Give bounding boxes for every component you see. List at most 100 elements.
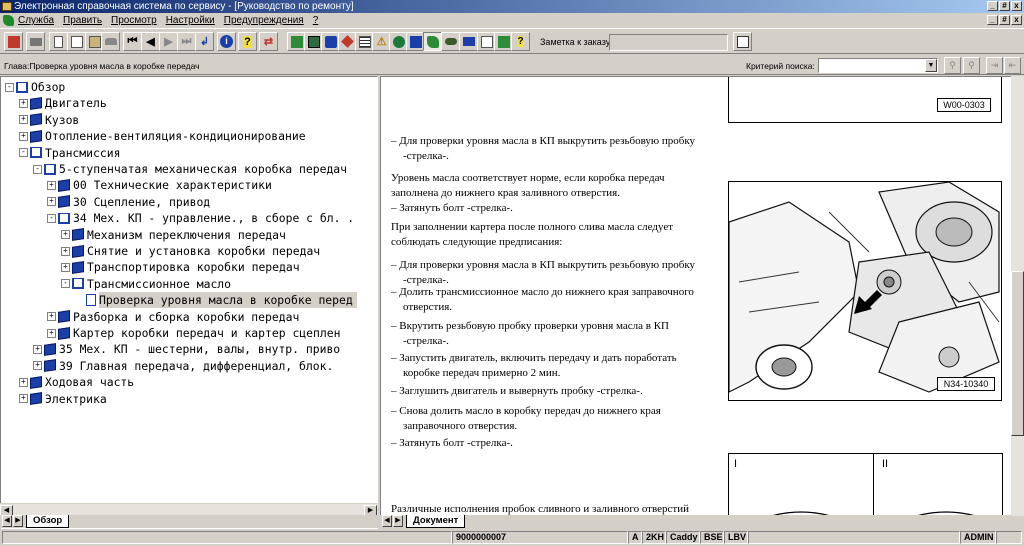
expand-icon[interactable]: + xyxy=(19,115,28,125)
doc-tab-scroll-left[interactable]: ◀ xyxy=(382,515,392,527)
tree-node[interactable]: + Кузов xyxy=(19,112,79,128)
document-vertical-scrollbar[interactable] xyxy=(1011,76,1024,516)
search-criteria-select[interactable]: ▼ xyxy=(818,58,938,73)
print-button[interactable] xyxy=(26,32,45,51)
vehicle-button[interactable] xyxy=(101,32,120,51)
search-button[interactable]: ⚲ xyxy=(944,57,961,74)
tree-node[interactable]: Проверка уровня масла в коробке перед xyxy=(75,292,357,309)
search-back-button[interactable]: ⇤ xyxy=(1004,57,1021,74)
status-code-a: A xyxy=(628,531,642,544)
book-icon xyxy=(30,392,42,405)
instruction-step: – Долить трансмиссионное масло до нижнег… xyxy=(391,286,694,313)
status-code-model: Caddy xyxy=(666,531,700,544)
menu-service[interactable]: Служба xyxy=(18,13,54,28)
document-page-icon xyxy=(86,294,96,307)
collapse-icon[interactable]: - xyxy=(33,164,42,174)
right-tab-bar: ◀ ▶ Документ xyxy=(380,515,1012,528)
tree-node[interactable]: +39 Главная передача, дифференциал, блок… xyxy=(33,358,333,374)
collapse-icon[interactable]: - xyxy=(5,82,14,92)
expand-icon[interactable]: + xyxy=(47,328,56,338)
status-message xyxy=(2,531,452,544)
expand-icon[interactable]: + xyxy=(47,180,56,190)
scroll-thumb[interactable] xyxy=(1011,271,1024,436)
tree-node[interactable]: + Электрика xyxy=(19,391,107,407)
tree-node[interactable]: - Обзор xyxy=(5,79,65,95)
instruction-step: – Для проверки уровня масла в КП выкрути… xyxy=(391,135,696,162)
settings-window-icon xyxy=(736,35,749,48)
expand-icon[interactable]: + xyxy=(19,394,28,404)
tree-node[interactable]: - Трансмиссия xyxy=(19,145,120,161)
doc-tab-scroll-right[interactable]: ▶ xyxy=(393,515,403,527)
car-search-button[interactable] xyxy=(441,32,460,51)
exit-button[interactable] xyxy=(4,32,23,51)
expand-icon[interactable]: + xyxy=(47,197,56,207)
back-button[interactable]: ↲ xyxy=(195,32,214,51)
help-book-button[interactable]: ? xyxy=(511,32,530,51)
doc-minimize-button[interactable]: _ xyxy=(987,15,998,25)
tree-node[interactable]: + Транспортировка коробки передач xyxy=(61,259,300,275)
tab-document[interactable]: Документ xyxy=(406,515,466,528)
tree-node[interactable]: + Механизм переключения передач xyxy=(61,227,286,243)
tree-node[interactable]: + Ходовая часть xyxy=(19,374,134,390)
tree-node-label: 35 Мех. КП - шестерни, валы, внутр. прив… xyxy=(59,342,341,357)
expand-icon[interactable]: + xyxy=(19,98,28,108)
expand-icon[interactable]: + xyxy=(33,344,42,354)
mail-button[interactable] xyxy=(459,32,478,51)
tree-node[interactable]: + Снятие и установка коробки передач xyxy=(61,243,320,259)
first-page-button[interactable]: ⏮ xyxy=(123,32,142,51)
doc-restore-button[interactable]: # xyxy=(999,15,1010,25)
expand-icon[interactable]: + xyxy=(19,131,28,141)
tab-scroll-right[interactable]: ▶ xyxy=(13,515,23,527)
tree-node[interactable]: + Отопление-вентиляция-кондиционирование xyxy=(19,128,306,144)
new-document-button[interactable] xyxy=(49,32,68,51)
tree-node[interactable]: + Разборка и сборка коробки передач xyxy=(47,309,299,325)
menu-help[interactable]: ? xyxy=(313,13,319,28)
book-icon xyxy=(44,343,56,356)
collapse-icon[interactable]: - xyxy=(61,279,70,289)
collapse-icon[interactable]: - xyxy=(47,213,56,223)
help-button[interactable]: ? xyxy=(238,32,257,51)
tree-node[interactable]: + Картер коробки передач и картер сцеплен xyxy=(47,325,340,341)
page-icon xyxy=(54,35,63,48)
tree-node-label: Кузов xyxy=(45,112,80,127)
tree-node[interactable]: - 5-ступенчатая механическая коробка пере… xyxy=(33,161,347,177)
expand-icon[interactable]: + xyxy=(19,377,28,387)
expand-icon[interactable]: + xyxy=(61,230,70,240)
expand-icon[interactable]: + xyxy=(61,246,70,256)
menu-view[interactable]: Просмотр xyxy=(111,13,157,28)
collapse-icon[interactable]: - xyxy=(19,148,28,158)
search-forward-button[interactable]: ⇥ xyxy=(986,57,1003,74)
minimize-button[interactable]: _ xyxy=(987,1,998,11)
tree-node[interactable]: +00 Технические характеристики xyxy=(47,177,272,193)
tree-node[interactable]: - Трансмиссионное масло xyxy=(61,276,231,292)
tree-node[interactable]: +35 Мех. КП - шестерни, валы, внутр. при… xyxy=(33,341,340,357)
tree-node[interactable]: + Двигатель xyxy=(19,95,107,111)
menu-warnings[interactable]: Предупреждения xyxy=(224,13,304,28)
search-next-button[interactable]: ⚲ xyxy=(963,57,980,74)
last-page-button[interactable]: ⏭ xyxy=(177,32,196,51)
next-page-button[interactable]: ▶ xyxy=(159,32,178,51)
expand-icon[interactable]: + xyxy=(33,361,42,371)
swap-button[interactable]: ⇄ xyxy=(259,32,278,51)
menu-settings[interactable]: Настройки xyxy=(166,13,215,28)
instruction-step: – Для проверки уровня масла в КП выкрути… xyxy=(391,259,696,286)
info-button[interactable]: i xyxy=(217,32,236,51)
bookmark-button[interactable] xyxy=(423,32,442,51)
maximize-button[interactable]: # xyxy=(999,1,1010,11)
doc-close-button[interactable]: x xyxy=(1011,15,1022,25)
tab-overview[interactable]: Обзор xyxy=(26,515,70,528)
tree-node[interactable]: - 34 Мех. КП - управление., в сборе с бл.… xyxy=(47,210,354,226)
tree-node[interactable]: +30 Сцепление, привод xyxy=(47,194,210,210)
book-icon xyxy=(30,97,42,110)
edit-button[interactable] xyxy=(67,32,86,51)
previous-page-button[interactable]: ◀ xyxy=(141,32,160,51)
order-settings-button[interactable] xyxy=(733,32,752,51)
back-arrow-icon: ↲ xyxy=(199,36,210,48)
tab-scroll-left[interactable]: ◀ xyxy=(2,515,12,527)
expand-icon[interactable]: + xyxy=(61,262,70,272)
menu-edit[interactable]: Править xyxy=(63,13,102,28)
close-button[interactable]: x xyxy=(1011,1,1022,11)
expand-icon[interactable]: + xyxy=(47,312,56,322)
chevron-down-icon[interactable]: ▼ xyxy=(925,59,937,72)
order-note-input[interactable] xyxy=(609,34,728,51)
